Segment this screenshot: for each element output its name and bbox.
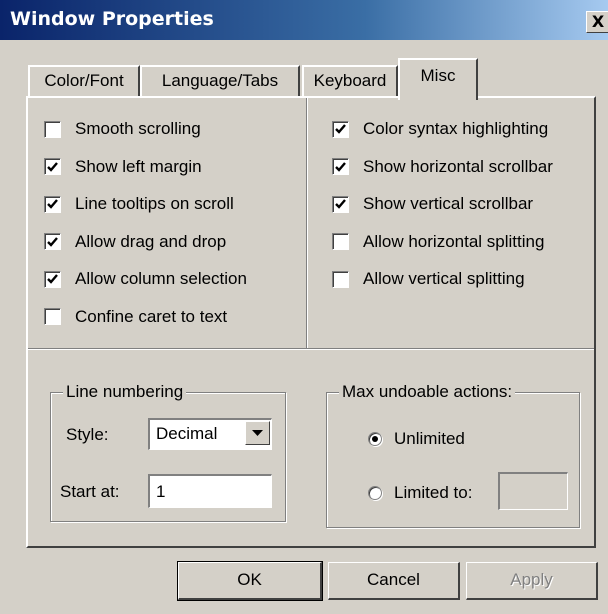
checked-checkbox-icon[interactable] [332,195,349,213]
apply-button-label: Apply [510,570,553,589]
start-at-input[interactable] [148,474,272,508]
checkbox-label: Show left margin [75,156,202,176]
checkbox-label: Allow drag and drop [75,231,227,251]
checkbox-option[interactable]: Show horizontal scrollbar [332,156,553,178]
checked-checkbox-icon[interactable] [44,195,61,213]
close-icon: X [591,12,605,31]
radio-circle [368,432,382,446]
checkbox-option[interactable]: Allow column selection [44,268,247,290]
radio-dot [372,436,378,442]
checkbox-option[interactable]: Allow vertical splitting [332,268,525,290]
limited-to-label: Limited to: [394,483,473,502]
checkbox-option[interactable]: Smooth scrolling [44,118,201,140]
checkbox-label: Color syntax highlighting [363,119,549,138]
tab-label: Misc [420,66,456,85]
horizontal-divider [28,348,594,350]
apply-button[interactable]: Apply [466,562,598,600]
checkbox-label: Confine caret to text [75,306,228,326]
unlimited-radio[interactable]: Unlimited [368,428,465,450]
line-numbering-legend: Line numbering [63,382,187,402]
checked-checkbox-icon[interactable] [44,270,61,288]
ok-button[interactable]: OK [177,561,323,601]
tab-keyboard[interactable]: Keyboard [302,65,398,97]
limited-to-input[interactable] [498,472,568,510]
style-label: Style: [66,425,109,444]
tab-label: Keyboard [313,71,387,90]
checkbox-label: Allow horizontal splitting [363,231,545,251]
checkbox-option[interactable]: Allow drag and drop [44,231,226,253]
checkbox-label: Show horizontal scrollbar [363,156,553,176]
checkbox-icon[interactable] [332,233,349,250]
checkbox-option[interactable]: Confine caret to text [44,306,227,328]
checkbox-option[interactable]: Show vertical scrollbar [332,193,533,215]
checkbox-option[interactable]: Line tooltips on scroll [44,193,234,215]
title-bar: Window Properties X [0,0,608,40]
ok-button-label: OK [237,570,262,589]
checkbox-icon[interactable] [44,120,61,138]
checkbox-label: Smooth scrolling [75,119,201,138]
checked-checkbox-icon[interactable] [332,158,349,175]
checkbox-option[interactable]: Color syntax highlighting [332,118,548,140]
close-button[interactable]: X [586,11,608,33]
vertical-divider [306,98,308,350]
checkbox-option[interactable]: Allow horizontal splitting [332,231,544,253]
cancel-button-label: Cancel [367,570,420,589]
limited-to-radio[interactable]: Limited to: [368,482,472,504]
style-select[interactable]: Decimal [148,418,272,450]
checked-checkbox-icon[interactable] [44,158,61,175]
unlimited-label: Unlimited [394,429,465,448]
checked-checkbox-icon[interactable] [332,120,349,138]
checkbox-icon[interactable] [44,308,61,325]
window-title: Window Properties [10,8,214,30]
tab-label: Language/Tabs [161,71,279,90]
checkbox-label: Show vertical scrollbar [363,194,534,213]
checkbox-icon[interactable] [332,270,349,288]
style-select-value: Decimal [156,424,218,443]
checkbox-label: Line tooltips on scroll [75,194,234,213]
cancel-button[interactable]: Cancel [328,562,460,600]
start-at-label: Start at: [60,482,120,501]
chevron-down-icon[interactable] [245,421,270,445]
checkbox-label: Allow vertical splitting [363,269,525,288]
checkbox-option[interactable]: Show left margin [44,156,202,178]
tab-label: Color/Font [44,71,124,90]
checkbox-label: Allow column selection [75,269,247,288]
tab-misc[interactable]: Misc [398,58,478,100]
radio-circle [368,486,382,500]
tab-language-tabs[interactable]: Language/Tabs [140,65,300,97]
max-undoable-actions-legend: Max undoable actions: [339,382,516,402]
checked-checkbox-icon[interactable] [44,233,61,250]
tab-color-font[interactable]: Color/Font [28,65,140,97]
